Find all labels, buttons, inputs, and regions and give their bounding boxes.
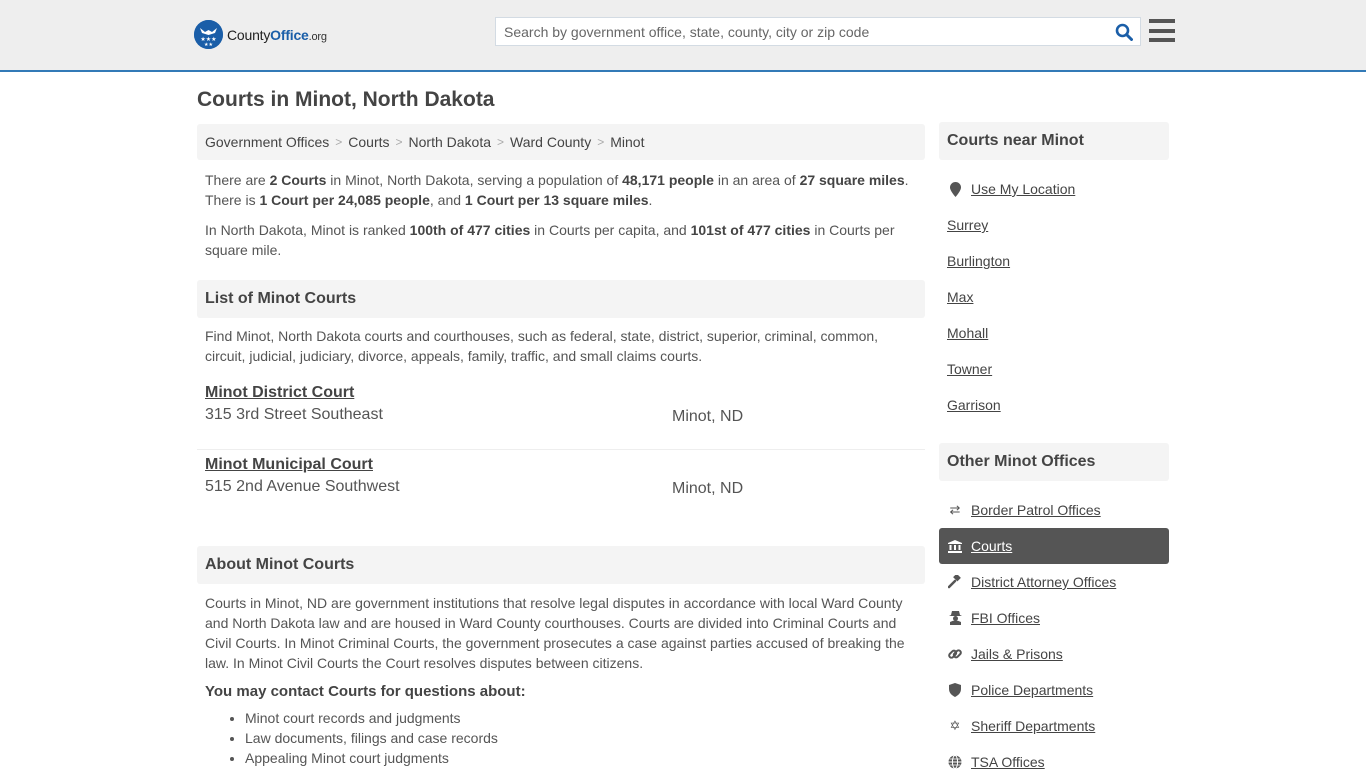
office-link[interactable]: Jails & Prisons bbox=[971, 646, 1063, 662]
office-link[interactable]: Police Departments bbox=[971, 682, 1093, 698]
eagle-logo-icon: ★★★ ★★ bbox=[194, 20, 223, 49]
breadcrumb-separator: > bbox=[597, 135, 605, 149]
list-description: Find Minot, North Dakota courts and cour… bbox=[205, 328, 879, 364]
hamburger-menu-icon[interactable] bbox=[1149, 19, 1175, 42]
search-input[interactable] bbox=[496, 18, 1108, 45]
office-item-jails[interactable]: Jails & Prisons bbox=[939, 636, 1169, 672]
about-paragraph: Courts in Minot, ND are government insti… bbox=[205, 595, 905, 671]
use-my-location-link[interactable]: Use My Location bbox=[971, 181, 1075, 197]
star-badge-icon: ✡ bbox=[949, 718, 961, 733]
nearby-city-item[interactable]: Mohall bbox=[939, 315, 1169, 351]
court-city: Minot, ND bbox=[672, 408, 744, 425]
breadcrumb-minot[interactable]: Minot bbox=[610, 134, 644, 150]
office-item-police[interactable]: Police Departments bbox=[939, 672, 1169, 708]
svg-text:★★: ★★ bbox=[204, 42, 213, 48]
page-title: Courts in Minot, North Dakota bbox=[197, 88, 495, 111]
globe-icon bbox=[947, 755, 963, 769]
contact-topic-item: Minot court records and judgments bbox=[245, 708, 925, 728]
court-list-item: Minot Municipal Court 515 2nd Avenue Sou… bbox=[197, 449, 925, 514]
court-address: 515 2nd Avenue Southwest bbox=[205, 478, 400, 495]
nearby-city-link-max[interactable]: Max bbox=[947, 289, 973, 305]
nearby-city-link-mohall[interactable]: Mohall bbox=[947, 325, 988, 341]
shield-icon bbox=[947, 683, 963, 697]
office-item-courts[interactable]: Courts bbox=[939, 528, 1169, 564]
office-item-sheriff[interactable]: ✡ Sheriff Departments bbox=[939, 708, 1169, 744]
search-icon bbox=[1115, 23, 1133, 41]
nearby-cities-list: Use My Location Surrey Burlington Max Mo… bbox=[939, 171, 1169, 423]
nearby-courts-heading: Courts near Minot bbox=[939, 122, 1169, 160]
contact-topics-list: Minot court records and judgments Law do… bbox=[197, 708, 925, 768]
nearby-city-link-surrey[interactable]: Surrey bbox=[947, 217, 988, 233]
office-item-fbi[interactable]: FBI Offices bbox=[939, 600, 1169, 636]
office-link[interactable]: Courts bbox=[971, 538, 1012, 554]
contact-topic-item: Law documents, filings and case records bbox=[245, 728, 925, 748]
nearby-city-link-burlington[interactable]: Burlington bbox=[947, 253, 1010, 269]
other-offices-heading: Other Minot Offices bbox=[939, 443, 1169, 481]
nearby-city-item[interactable]: Surrey bbox=[939, 207, 1169, 243]
office-item-border-patrol[interactable]: ⇄ Border Patrol Offices bbox=[939, 492, 1169, 528]
contact-topic-item: Appealing Minot court judgments bbox=[245, 748, 925, 768]
list-section-heading: List of Minot Courts bbox=[197, 280, 925, 318]
spy-icon bbox=[947, 611, 963, 625]
breadcrumb-government-offices[interactable]: Government Offices bbox=[205, 134, 329, 150]
office-link[interactable]: Border Patrol Offices bbox=[971, 502, 1101, 518]
office-item-district-attorney[interactable]: District Attorney Offices bbox=[939, 564, 1169, 600]
main-content: Government Offices > Courts > North Dako… bbox=[197, 124, 925, 768]
court-address: 315 3rd Street Southeast bbox=[205, 406, 383, 423]
search-bar bbox=[495, 17, 1141, 46]
gavel-icon bbox=[947, 575, 963, 589]
nearby-city-item[interactable]: Garrison bbox=[939, 387, 1169, 423]
court-name-link[interactable]: Minot District Court bbox=[205, 384, 917, 402]
chain-link-icon bbox=[947, 647, 963, 661]
breadcrumb: Government Offices > Courts > North Dako… bbox=[197, 124, 925, 160]
office-link[interactable]: District Attorney Offices bbox=[971, 574, 1116, 590]
nearby-city-link-towner[interactable]: Towner bbox=[947, 361, 992, 377]
office-link[interactable]: FBI Offices bbox=[971, 610, 1040, 626]
search-button[interactable] bbox=[1108, 18, 1140, 45]
breadcrumb-north-dakota[interactable]: North Dakota bbox=[409, 134, 491, 150]
arrows-exchange-icon: ⇄ bbox=[949, 502, 961, 517]
sidebar: Courts near Minot Use My Location Surrey… bbox=[939, 122, 1169, 780]
map-marker-icon bbox=[947, 181, 963, 197]
logo-wordmark: CountyOffice.org bbox=[227, 26, 327, 43]
courts-list: Minot District Court 315 3rd Street Sout… bbox=[197, 384, 925, 514]
breadcrumb-separator: > bbox=[335, 135, 343, 149]
office-link[interactable]: Sheriff Departments bbox=[971, 718, 1095, 734]
site-logo[interactable]: ★★★ ★★ CountyOffice.org bbox=[194, 20, 327, 49]
nearby-city-item[interactable]: Towner bbox=[939, 351, 1169, 387]
other-offices-list: ⇄ Border Patrol Offices Courts District … bbox=[939, 492, 1169, 780]
court-city: Minot, ND bbox=[672, 480, 744, 497]
office-item-tsa[interactable]: TSA Offices bbox=[939, 744, 1169, 780]
nearby-city-item[interactable]: Burlington bbox=[939, 243, 1169, 279]
contact-heading: You may contact Courts for questions abo… bbox=[205, 683, 526, 700]
court-name-link[interactable]: Minot Municipal Court bbox=[205, 450, 917, 474]
summary-paragraph: There are 2 Courts in Minot, North Dakot… bbox=[205, 172, 909, 208]
breadcrumb-separator: > bbox=[497, 135, 505, 149]
breadcrumb-separator: > bbox=[395, 135, 403, 149]
nearby-city-link-garrison[interactable]: Garrison bbox=[947, 397, 1001, 413]
use-my-location-item[interactable]: Use My Location bbox=[939, 171, 1169, 207]
ranking-paragraph: In North Dakota, Minot is ranked 100th o… bbox=[205, 222, 895, 258]
courthouse-icon bbox=[947, 539, 963, 553]
breadcrumb-courts[interactable]: Courts bbox=[348, 134, 389, 150]
about-section-heading: About Minot Courts bbox=[197, 546, 925, 584]
court-list-item: Minot District Court 315 3rd Street Sout… bbox=[197, 384, 925, 449]
nearby-city-item[interactable]: Max bbox=[939, 279, 1169, 315]
breadcrumb-ward-county[interactable]: Ward County bbox=[510, 134, 591, 150]
site-header: ★★★ ★★ CountyOffice.org bbox=[0, 0, 1366, 72]
